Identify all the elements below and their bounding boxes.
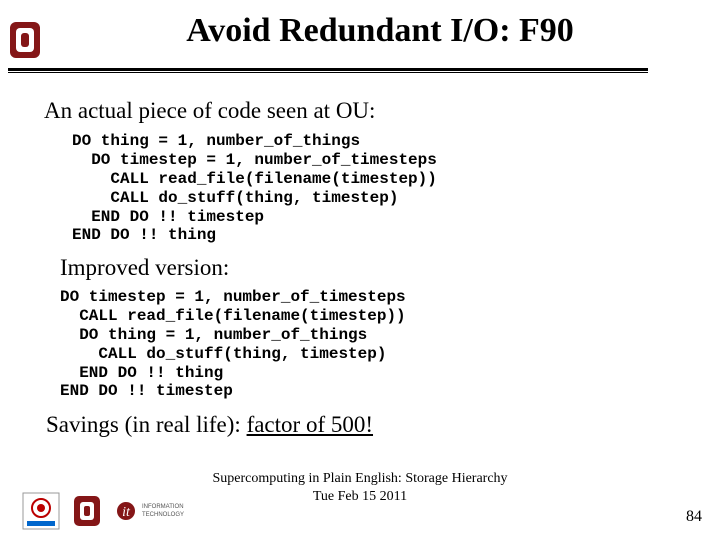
- code-block-improved: DO timestep = 1, number_of_timesteps CAL…: [60, 288, 406, 401]
- ou-logo-icon: [8, 20, 42, 60]
- intro-text: An actual piece of code seen at OU:: [44, 98, 375, 124]
- slide: Avoid Redundant I/O: F90 An actual piece…: [0, 0, 720, 540]
- svg-text:TECHNOLOGY: TECHNOLOGY: [142, 512, 184, 518]
- savings-prefix: Savings (in real life):: [46, 412, 247, 437]
- code-block-original: DO thing = 1, number_of_things DO timest…: [72, 132, 437, 245]
- savings-factor: factor of 500!: [247, 412, 373, 437]
- savings-line: Savings (in real life): factor of 500!: [46, 412, 373, 438]
- footer-line-1: Supercomputing in Plain English: Storage…: [212, 471, 507, 486]
- page-number: 84: [686, 508, 702, 526]
- footer-text: Supercomputing in Plain English: Storage…: [0, 470, 720, 505]
- title-divider: [8, 68, 648, 73]
- svg-text:it: it: [122, 505, 131, 520]
- footer-line-2: Tue Feb 15 2011: [313, 489, 407, 504]
- slide-title: Avoid Redundant I/O: F90: [60, 12, 700, 50]
- improved-label: Improved version:: [60, 255, 229, 281]
